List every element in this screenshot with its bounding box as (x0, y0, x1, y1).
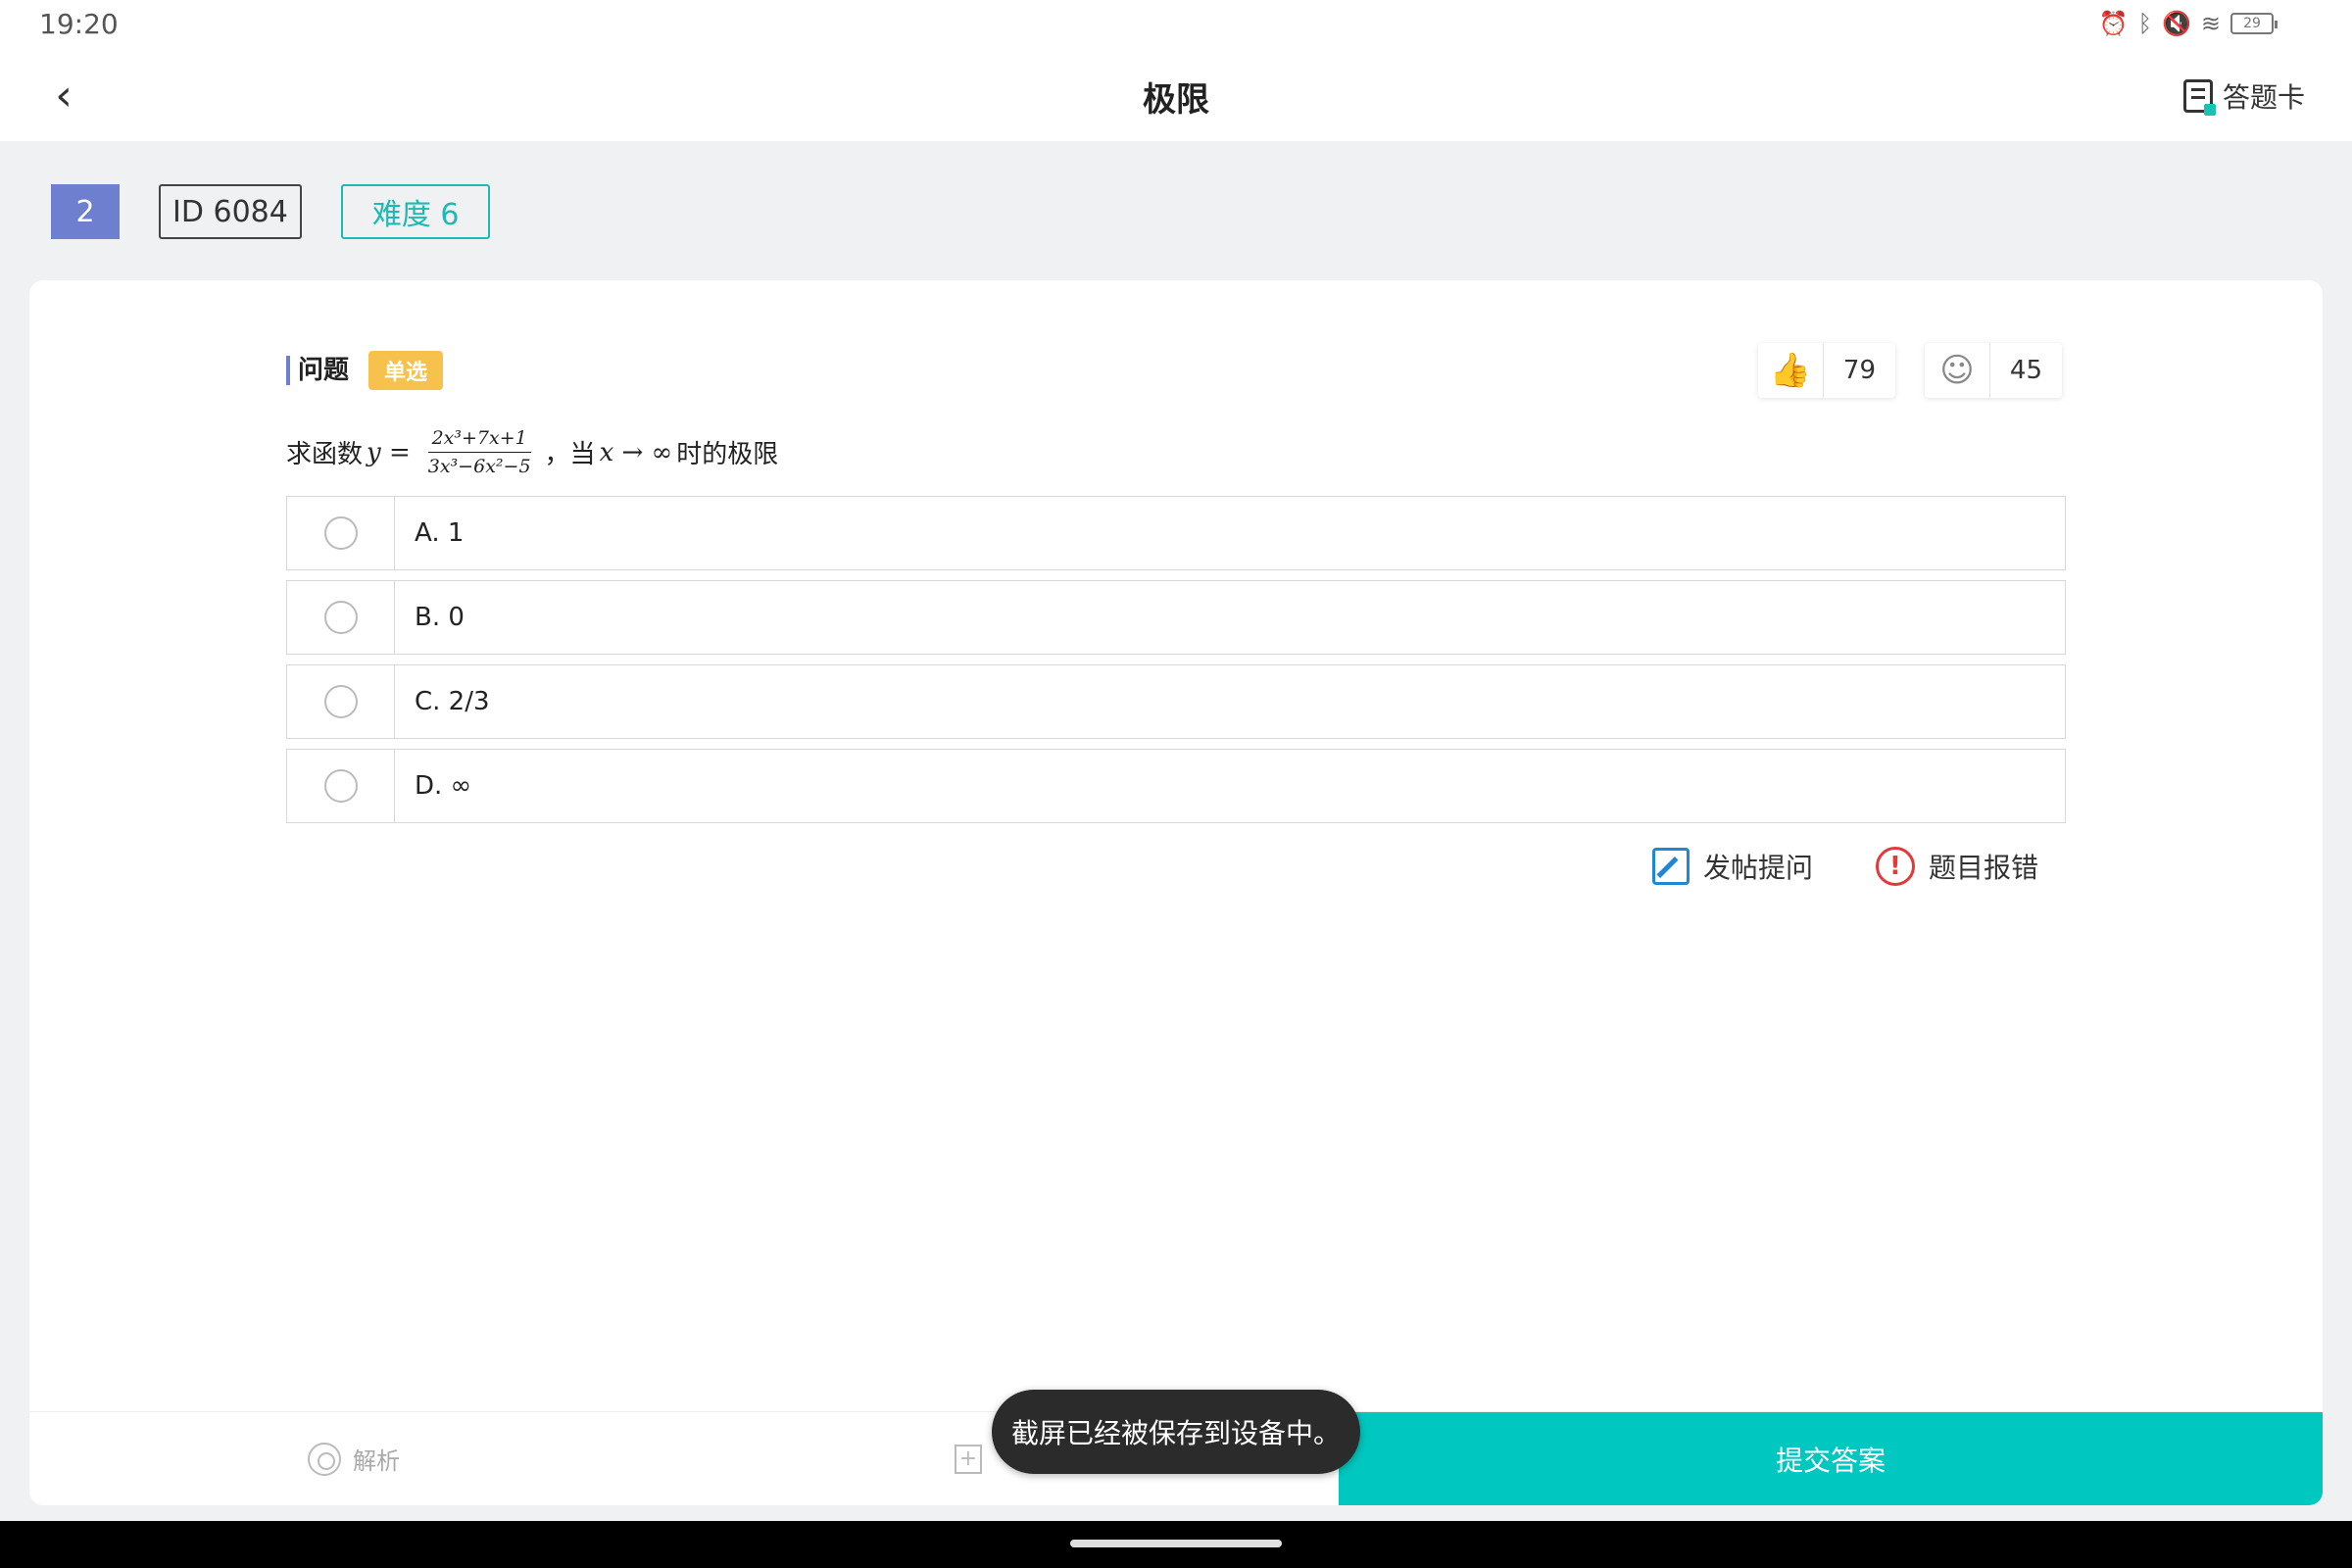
alert-icon: ! (1875, 847, 1915, 886)
option-radio-cell (287, 581, 395, 654)
options-list: A. 1 B. 0 C. 2/3 D. ∞ (286, 496, 2066, 833)
report-error-label: 题目报错 (1928, 852, 2038, 884)
answer-card-button[interactable]: 答题卡 (2182, 76, 2305, 116)
radio-icon[interactable] (323, 516, 358, 550)
report-error-button[interactable]: ! 题目报错 (1875, 847, 2038, 886)
option-label: B. 0 (415, 603, 465, 632)
question-actions: 发帖提问 ! 题目报错 (1651, 847, 2038, 886)
battery-icon: 29 (2230, 13, 2278, 34)
difficulty-tag: 难度 6 (340, 184, 491, 239)
radio-icon[interactable] (323, 769, 358, 803)
question-id-tag: ID 6084 (159, 184, 302, 239)
question-tags: 2 ID 6084 难度 6 (51, 184, 491, 239)
wifi-icon: ≋ (2200, 10, 2221, 37)
fraction-denominator: 3x³−6x²−5 (427, 456, 531, 477)
option-radio-cell (287, 750, 395, 822)
option-d[interactable]: D. ∞ (286, 749, 2066, 823)
answer-card-label: 答题卡 (2222, 81, 2305, 114)
favorite-count: 45 (2009, 356, 2042, 385)
question-suffix: 时的极限 (676, 440, 779, 469)
question-number-badge: 2 (51, 184, 120, 239)
answer-card-icon (2182, 79, 2216, 116)
thumbs-up-icon: 👍 (1758, 343, 1824, 398)
question-header: 问题 单选 (286, 351, 444, 390)
post-question-button[interactable]: 发帖提问 (1651, 847, 1813, 886)
page-title: 极限 (1143, 80, 1209, 120)
favorite-button[interactable]: ☺ 45 (1925, 343, 2062, 398)
question-label: 问题 (286, 356, 349, 385)
status-bar: 19:20 ⏰ ᛒ 🔇 ≋ 29 (0, 0, 2352, 49)
question-prefix: 求函数 (286, 440, 364, 469)
like-count: 79 (1842, 356, 1876, 385)
question-mid: ，当 (544, 440, 596, 469)
question-type-badge: 单选 (368, 351, 444, 390)
analysis-button[interactable]: 解析 (308, 1442, 400, 1476)
option-label: A. 1 (415, 518, 465, 548)
system-nav-bar (0, 1521, 2352, 1568)
header: ‹ 极限 答题卡 (0, 49, 2352, 141)
option-a[interactable]: A. 1 (286, 496, 2066, 570)
smile-icon: ☺ (1925, 343, 1990, 398)
option-radio-cell (287, 497, 395, 569)
alarm-icon: ⏰ (2098, 10, 2129, 37)
toast-message: 截屏已经被保存到设备中。 (992, 1390, 1360, 1474)
add-note-icon: + (955, 1444, 982, 1474)
option-label: D. ∞ (415, 771, 472, 801)
fraction-numerator: 2x³+7x+1 (427, 427, 531, 453)
submit-answer-button[interactable]: 提交答案 (1339, 1412, 2323, 1505)
status-icons: ⏰ ᛒ 🔇 ≋ 29 (2098, 10, 2278, 37)
note-button[interactable]: + (955, 1444, 982, 1474)
post-question-label: 发帖提问 (1702, 852, 1813, 884)
radio-icon[interactable] (323, 685, 358, 718)
radio-icon[interactable] (323, 601, 358, 634)
option-radio-cell (287, 665, 395, 738)
question-text: 求函数 y = 2x³+7x+1 3x³−6x²−5 ，当 x → ∞ 时的极限 (286, 427, 778, 477)
analysis-icon (308, 1442, 341, 1476)
option-label: C. 2/3 (415, 687, 490, 716)
option-c[interactable]: C. 2/3 (286, 664, 2066, 739)
analysis-label: 解析 (353, 1447, 400, 1475)
like-button[interactable]: 👍 79 (1758, 343, 1895, 398)
edit-icon (1651, 848, 1690, 885)
question-card: 问题 单选 👍 79 ☺ 45 求函数 y = 2x³+7x+1 3x³−6x²… (29, 280, 2323, 1505)
math-y: y = (367, 437, 411, 467)
mute-icon: 🔇 (2162, 10, 2191, 37)
math-limit: x → ∞ (599, 437, 673, 467)
fraction: 2x³+7x+1 3x³−6x²−5 (424, 427, 535, 477)
status-time: 19:20 (39, 8, 119, 40)
bluetooth-icon: ᛒ (2137, 10, 2152, 37)
option-b[interactable]: B. 0 (286, 580, 2066, 655)
home-indicator[interactable] (1070, 1540, 1282, 1547)
